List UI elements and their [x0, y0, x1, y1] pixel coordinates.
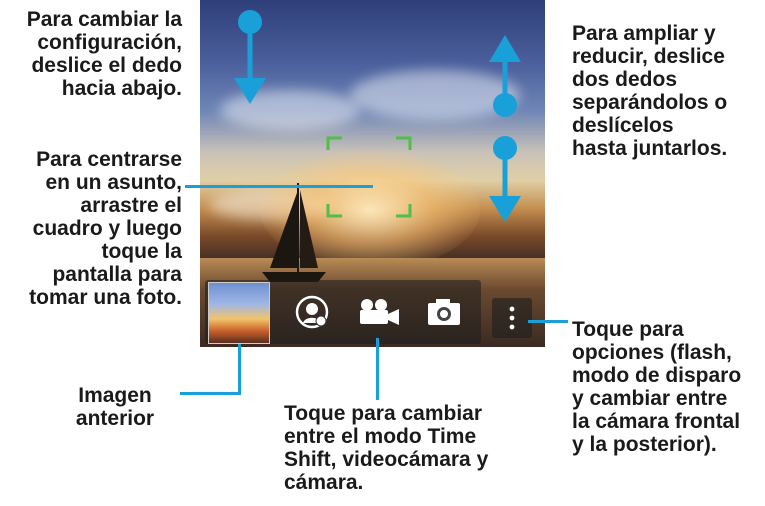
options-callout: Toque para opciones (flash, modo de disp…	[572, 318, 742, 456]
modes-leader-line	[376, 338, 379, 400]
video-camera-button[interactable]	[356, 296, 404, 328]
settings-callout: Para cambiar la configuración, deslice e…	[26, 8, 182, 100]
video-camera-icon	[360, 299, 399, 325]
time-shift-icon	[295, 295, 329, 329]
focus-leader-line	[185, 185, 373, 188]
more-options-icon	[509, 306, 515, 330]
arrow-down-swipe-icon	[234, 10, 266, 104]
camera-button[interactable]	[424, 296, 464, 328]
options-button[interactable]	[492, 298, 532, 338]
options-leader-line	[528, 320, 568, 323]
previous-leader-line-h	[180, 392, 240, 395]
time-shift-button[interactable]	[292, 295, 332, 329]
focus-callout: Para centrarse en un asunto, arrastre el…	[29, 148, 182, 309]
previous-leader-line-v	[238, 344, 241, 395]
previous-image-thumbnail[interactable]	[208, 282, 270, 344]
zoom-callout: Para ampliar y reducir, deslice dos dedo…	[572, 22, 728, 160]
arrow-down-swipe-icon	[489, 136, 521, 222]
camera-icon	[428, 299, 460, 325]
modes-callout: Toque para cambiar entre el modo Time Sh…	[284, 402, 489, 494]
arrow-up-swipe-icon	[489, 35, 521, 117]
previous-image-callout: Imagen anterior	[75, 384, 155, 430]
